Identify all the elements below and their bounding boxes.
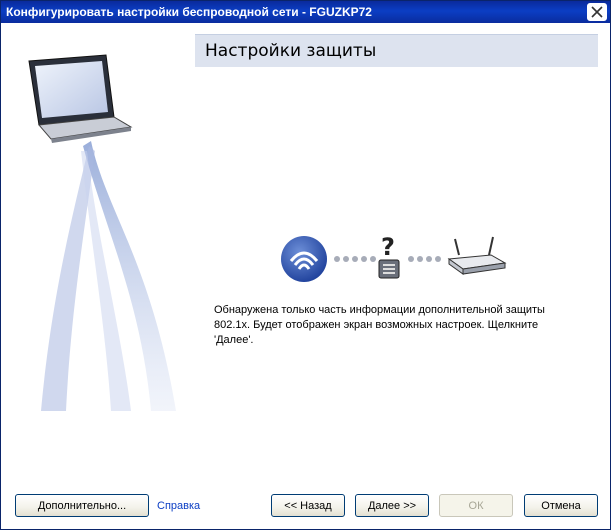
close-icon [591, 6, 603, 18]
ok-button[interactable]: ОК [439, 494, 513, 517]
next-button-label: Далее >> [367, 499, 417, 512]
laptop-icon [28, 54, 133, 143]
window-title: Конфигурировать настройки беспроводной с… [6, 5, 372, 19]
ok-button-label: ОК [468, 499, 484, 512]
cancel-button-label: Отмена [541, 499, 581, 512]
page-header: Настройки защиты [195, 34, 598, 67]
back-button[interactable]: << Назад [271, 494, 345, 517]
title-bar[interactable]: Конфигурировать настройки беспроводной с… [1, 1, 610, 23]
button-bar: Дополнительно... Справка << Назад Далее … [1, 485, 610, 529]
svg-text:?: ? [381, 233, 395, 261]
advanced-button-label: Дополнительно... [37, 499, 127, 512]
back-button-label: << Назад [284, 499, 332, 512]
unknown-security-icon: ? [378, 233, 400, 279]
laptop-illustration [28, 54, 176, 411]
advanced-button[interactable]: Дополнительно... [15, 494, 149, 517]
page-title: Настройки защиты [205, 41, 377, 61]
wizard-window: Конфигурировать настройки беспроводной с… [0, 0, 611, 530]
connection-diagram: ? [281, 233, 507, 282]
router-icon [447, 236, 507, 275]
close-button[interactable] [587, 3, 607, 21]
help-link[interactable]: Справка [157, 500, 200, 512]
info-message: Обнаружена только часть информации допол… [214, 304, 545, 346]
wireless-icon [281, 236, 327, 282]
cancel-button[interactable]: Отмена [524, 494, 598, 517]
next-button[interactable]: Далее >> [355, 494, 429, 517]
